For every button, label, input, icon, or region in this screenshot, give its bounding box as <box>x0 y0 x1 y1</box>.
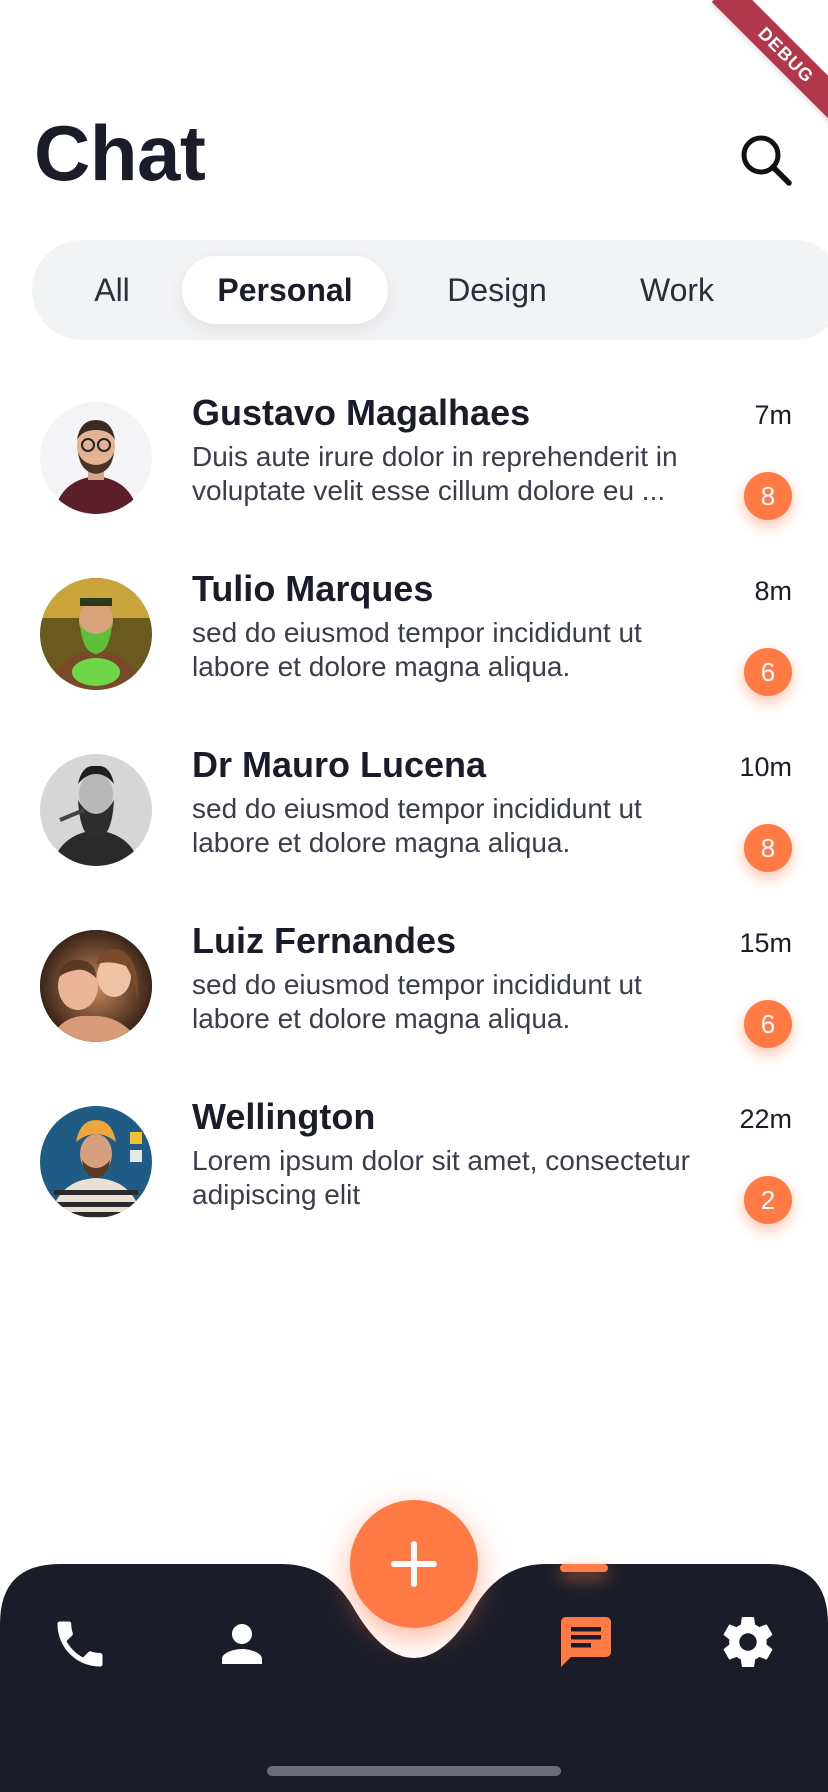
avatar <box>40 402 152 514</box>
message-preview: Lorem ipsum dolor sit amet, consectetur … <box>192 1145 690 1210</box>
avatar <box>40 754 152 866</box>
chat-item[interactable]: Tulio Marques sed do eiusmod tempor inci… <box>0 554 828 730</box>
tab-all[interactable]: All <box>52 256 172 324</box>
message-time: 8m <box>754 576 792 606</box>
contact-name: Dr Mauro Lucena <box>192 744 487 785</box>
message-preview: sed do eiusmod tempor incididunt ut labo… <box>192 969 642 1034</box>
tab-personal[interactable]: Personal <box>182 256 388 324</box>
nav-contacts[interactable] <box>212 1614 272 1674</box>
message-time: 22m <box>739 1104 792 1134</box>
tab-design[interactable]: Design <box>412 256 582 324</box>
phone-icon <box>57 1621 103 1667</box>
header: Chat <box>34 108 794 198</box>
plus-icon <box>391 1541 437 1587</box>
message-time: 10m <box>739 752 792 782</box>
tab-work[interactable]: Work <box>602 256 752 324</box>
chat-icon <box>561 1617 611 1667</box>
contact-name: Luiz Fernandes <box>192 920 457 961</box>
avatar <box>40 1106 152 1218</box>
filter-tabs: All Personal Design Work <box>32 240 828 340</box>
contact-name: Wellington <box>192 1096 376 1137</box>
message-time: 15m <box>739 928 792 958</box>
message-preview: sed do eiusmod tempor incididunt ut labo… <box>192 617 642 682</box>
nav-settings[interactable] <box>718 1612 778 1672</box>
unread-badge: 2 <box>744 1176 792 1224</box>
gear-icon <box>723 1617 773 1668</box>
home-indicator <box>267 1766 561 1776</box>
chat-item[interactable]: Wellington Lorem ipsum dolor sit amet, c… <box>0 1082 828 1258</box>
search-icon <box>741 135 792 186</box>
unread-badge: 8 <box>744 824 792 872</box>
person-icon <box>222 1624 262 1664</box>
chat-item[interactable]: Luiz Fernandes sed do eiusmod tempor inc… <box>0 906 828 1082</box>
chat-item[interactable]: Gustavo Magalhaes Duis aute irure dolor … <box>0 378 828 554</box>
message-preview: Duis aute irure dolor in reprehenderit i… <box>192 441 678 506</box>
page-title: Chat <box>34 109 206 197</box>
new-chat-button[interactable] <box>350 1500 478 1628</box>
avatar <box>40 578 152 690</box>
search-button[interactable] <box>738 132 794 188</box>
unread-badge: 6 <box>744 1000 792 1048</box>
nav-calls[interactable] <box>50 1614 110 1674</box>
message-time: 7m <box>754 400 792 430</box>
contact-name: Gustavo Magalhaes <box>192 392 531 433</box>
unread-badge: 6 <box>744 648 792 696</box>
unread-badge: 8 <box>744 472 792 520</box>
nav-chats[interactable] <box>556 1612 616 1672</box>
active-indicator <box>560 1564 608 1572</box>
message-preview: sed do eiusmod tempor incididunt ut labo… <box>192 793 642 858</box>
avatar <box>40 930 152 1042</box>
contact-name: Tulio Marques <box>192 568 434 609</box>
chat-item[interactable]: Dr Mauro Lucena sed do eiusmod tempor in… <box>0 730 828 906</box>
